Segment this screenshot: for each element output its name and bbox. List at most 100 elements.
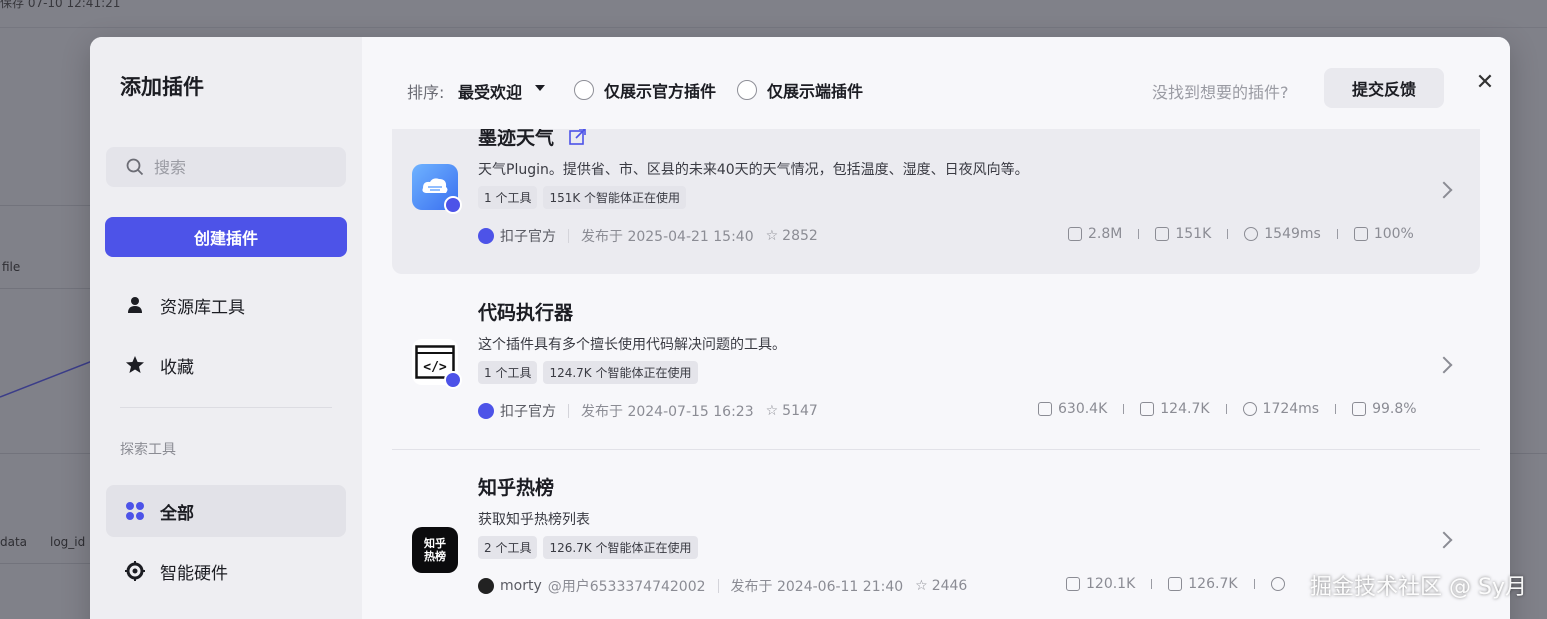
plugin-meta: 扣子官方 发布于 2025-04-21 15:40 ☆ 2852 bbox=[478, 226, 818, 246]
chevron-right-icon[interactable] bbox=[1435, 356, 1453, 374]
sidebar-item-label: 资源库工具 bbox=[160, 297, 245, 318]
plugin-stats: 630.4K 124.7K 1724ms 99.8% bbox=[1038, 401, 1417, 417]
clock-icon bbox=[1270, 577, 1285, 591]
chevron-right-icon[interactable] bbox=[1435, 531, 1453, 549]
star-count: 5147 bbox=[782, 403, 818, 419]
svg-text:</>: </> bbox=[423, 360, 447, 375]
stat-separator bbox=[1138, 229, 1140, 239]
sidebar-item-library-tools[interactable]: 资源库工具 bbox=[106, 279, 346, 331]
create-plugin-button[interactable]: 创建插件 bbox=[105, 217, 347, 257]
plugin-meta: morty @用户6533374742002 发布于 2024-06-11 21… bbox=[478, 576, 967, 596]
sidebar-item-label: 收藏 bbox=[160, 357, 194, 378]
close-icon[interactable]: ✕ bbox=[1472, 69, 1498, 95]
plugin-card-moji-weather[interactable]: 墨迹天气 天气Plugin。提供省、市、区县的未来40天的天气情况，包括温度、湿… bbox=[392, 129, 1480, 274]
plugin-main-panel: 排序: 最受欢迎 仅展示官方插件 仅展示端插件 没找到想要的插件? 提交反馈 ✕… bbox=[362, 37, 1510, 619]
usage-tag: 151K 个智能体正在使用 bbox=[543, 186, 687, 209]
clock-icon bbox=[1242, 402, 1257, 416]
device-only-label: 仅展示端插件 bbox=[767, 82, 864, 101]
tool-count-tag: 2 个工具 bbox=[478, 536, 538, 559]
star-icon: ☆ bbox=[765, 228, 779, 244]
star-icon: ☆ bbox=[915, 578, 928, 594]
author-name: morty bbox=[500, 578, 542, 594]
chevron-right-icon[interactable] bbox=[1435, 181, 1453, 199]
plugin-tags: 1 个工具 151K 个智能体正在使用 bbox=[478, 186, 687, 209]
author-name: 扣子官方 bbox=[500, 404, 556, 420]
tool-count-tag: 1 个工具 bbox=[478, 186, 538, 209]
author-handle: @用户6533374742002 bbox=[547, 579, 706, 595]
sidebar-item-favorites[interactable]: 收藏 bbox=[106, 339, 346, 391]
stat-separator bbox=[1336, 229, 1338, 239]
modal-title: 添加插件 bbox=[120, 75, 204, 99]
plugin-tags: 1 个工具 124.7K 个智能体正在使用 bbox=[478, 361, 698, 384]
radio-circle[interactable] bbox=[737, 80, 757, 100]
plugin-stats: 120.1K 126.7K bbox=[1066, 576, 1285, 592]
external-link-icon[interactable] bbox=[568, 129, 587, 146]
call-count-stat: 2.8M bbox=[1068, 226, 1122, 242]
search-icon bbox=[126, 158, 144, 176]
plugin-card-code-executor[interactable]: 代码执行器 这个插件具有多个擅长使用代码解决问题的工具。 </> 1 个工具 1… bbox=[392, 274, 1480, 449]
stat-separator bbox=[1225, 404, 1227, 414]
device-only-radio[interactable]: 仅展示端插件 bbox=[737, 78, 863, 102]
cloud-icon bbox=[422, 178, 448, 193]
latency-stat: 1549ms bbox=[1244, 226, 1321, 242]
stat-separator bbox=[1227, 229, 1229, 239]
agent-icon bbox=[1155, 227, 1170, 241]
sidebar-item-all[interactable]: 全部 bbox=[106, 485, 346, 537]
author-name: 扣子官方 bbox=[500, 229, 556, 245]
call-count-stat: 630.4K bbox=[1038, 401, 1107, 417]
clock-icon bbox=[1244, 227, 1259, 241]
meta-separator bbox=[717, 579, 719, 593]
submit-feedback-button[interactable]: 提交反馈 bbox=[1324, 68, 1444, 108]
sort-label: 排序: bbox=[407, 83, 445, 102]
zhihu-hot-logo: 知乎 热榜 bbox=[412, 527, 458, 573]
publish-date: 发布于 2024-06-11 21:40 bbox=[730, 579, 904, 595]
modal-sidebar: 添加插件 创建插件 资源库工具 收藏 探索工具 全部 bbox=[90, 37, 362, 619]
bot-count-stat: 124.7K bbox=[1140, 401, 1210, 417]
author-avatar bbox=[478, 228, 494, 244]
plugin-name: 知乎热榜 bbox=[478, 477, 555, 499]
add-plugin-modal: 添加插件 创建插件 资源库工具 收藏 探索工具 全部 bbox=[90, 37, 1510, 619]
latency-stat bbox=[1270, 577, 1285, 591]
search-box[interactable] bbox=[106, 147, 346, 187]
sort-dropdown[interactable]: 最受欢迎 bbox=[458, 79, 522, 103]
tool-count-tag: 1 个工具 bbox=[478, 361, 538, 384]
chevron-down-icon[interactable] bbox=[535, 85, 545, 91]
meta-separator bbox=[568, 229, 569, 243]
moji-weather-logo bbox=[412, 164, 462, 214]
official-badge-icon bbox=[444, 371, 462, 389]
official-only-radio[interactable]: 仅展示官方插件 bbox=[574, 78, 716, 102]
explore-section-label: 探索工具 bbox=[120, 442, 176, 458]
plugin-description: 获取知乎热榜列表 bbox=[478, 512, 590, 528]
sidebar-divider bbox=[120, 407, 332, 408]
success-rate-stat: 99.8% bbox=[1352, 401, 1417, 417]
message-icon bbox=[1352, 402, 1367, 416]
stat-separator bbox=[1123, 404, 1125, 414]
feedback-hint: 没找到想要的插件? bbox=[1152, 83, 1289, 102]
message-icon bbox=[1353, 227, 1368, 241]
plugin-name: 墨迹天气 bbox=[478, 129, 587, 150]
plugin-meta: 扣子官方 发布于 2024-07-15 16:23 ☆ 5147 bbox=[478, 401, 818, 421]
official-badge-icon bbox=[444, 196, 462, 214]
call-count-stat: 120.1K bbox=[1066, 576, 1135, 592]
official-only-label: 仅展示官方插件 bbox=[604, 82, 717, 101]
plugin-list: 墨迹天气 天气Plugin。提供省、市、区县的未来40天的天气情况，包括温度、湿… bbox=[392, 129, 1482, 619]
sidebar-item-label: 智能硬件 bbox=[160, 563, 228, 584]
meta-separator bbox=[568, 404, 569, 418]
code-executor-logo: </> bbox=[412, 339, 462, 389]
stat-separator bbox=[1151, 579, 1153, 589]
success-rate-stat: 100% bbox=[1353, 226, 1414, 242]
bot-count-stat: 151K bbox=[1155, 226, 1211, 242]
star-count: 2852 bbox=[782, 228, 818, 244]
publish-date: 发布于 2025-04-21 15:40 bbox=[581, 229, 754, 245]
stat-separator bbox=[1253, 579, 1255, 589]
sidebar-item-smart-hardware[interactable]: 智能硬件 bbox=[106, 545, 346, 597]
radio-circle[interactable] bbox=[574, 80, 594, 100]
search-input[interactable] bbox=[154, 157, 334, 177]
agent-icon bbox=[1168, 577, 1183, 591]
plugin-description: 天气Plugin。提供省、市、区县的未来40天的天气情况，包括温度、湿度、日夜风… bbox=[478, 162, 1029, 178]
grid-icon bbox=[124, 501, 146, 521]
author-avatar bbox=[478, 578, 494, 594]
agent-icon bbox=[1140, 402, 1155, 416]
usage-tag: 126.7K 个智能体正在使用 bbox=[543, 536, 698, 559]
plugin-stats: 2.8M 151K 1549ms 100% bbox=[1068, 226, 1414, 242]
